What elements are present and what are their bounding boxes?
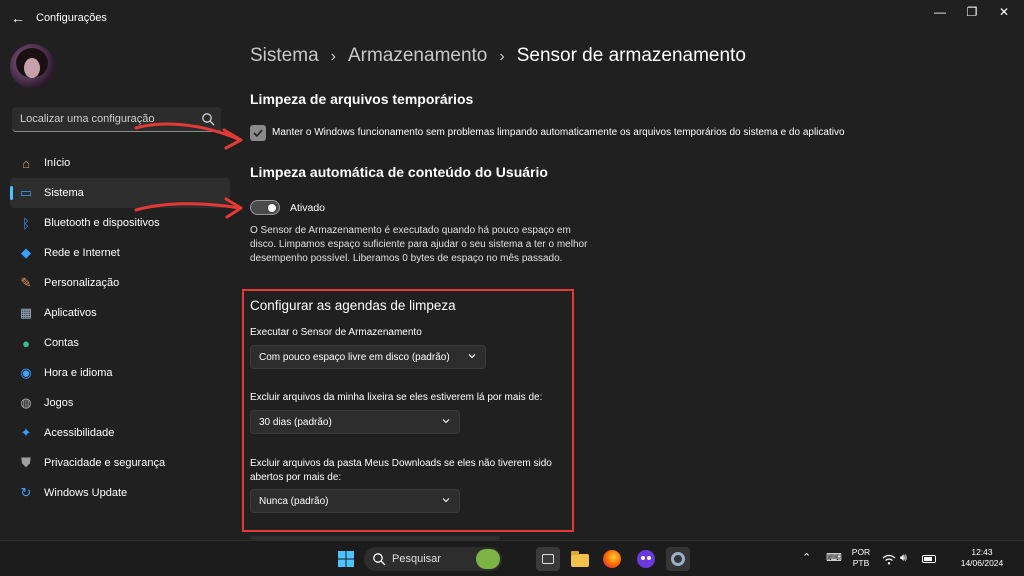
apps-icon: ▦: [19, 305, 33, 320]
globe-clock-icon: ◉: [20, 365, 32, 380]
taskbar-search[interactable]: Pesquisar: [364, 547, 502, 571]
search-highlight-icon: [476, 549, 500, 569]
search-icon: [373, 553, 386, 566]
date-text: 14/06/2024: [960, 558, 1004, 568]
windows-start-icon[interactable]: [334, 547, 358, 571]
sidebar-item-label: Jogos: [44, 397, 74, 409]
language-indicator[interactable]: POR PTB: [848, 547, 874, 569]
red-arrow-icon: [134, 197, 243, 219]
toggle-state-label: Ativado: [290, 202, 326, 214]
schedule-title: Configurar as agendas de limpeza: [250, 298, 456, 313]
sidebar-item-label: Windows Update: [44, 487, 128, 499]
breadcrumb-item-sistema[interactable]: Sistema: [250, 45, 319, 66]
taskbar: Pesquisar ⌃ ⌨ POR PTB 🔊︎ 12:43 14/06/202…: [0, 540, 1024, 576]
sidebar-item-label: Sistema: [44, 187, 84, 199]
sidebar-item-label: Contas: [44, 337, 79, 349]
person-icon: ●: [22, 335, 30, 351]
sidebar-item-acessibilidade[interactable]: ✦ Acessibilidade: [10, 418, 230, 448]
language-code: POR: [851, 547, 871, 557]
title-bar: ← Configurações — ❐ ✕: [0, 0, 1024, 36]
monitor-icon: ▭: [19, 185, 33, 200]
sidebar-item-label: Hora e idioma: [44, 367, 113, 379]
sidebar-item-hora-e-idioma[interactable]: ◉ Hora e idioma: [10, 358, 230, 388]
auto-cleanup-description: O Sensor de Armazenamento é executado qu…: [250, 225, 588, 265]
bluetooth-icon: ᛒ: [22, 215, 30, 231]
taskbar-search-text: Pesquisar: [392, 553, 441, 565]
wifi-icon[interactable]: [882, 554, 896, 565]
sidebar-item-jogos[interactable]: ◍ Jogos: [10, 388, 230, 418]
downloads-label: Excluir arquivos da pasta Meus Downloads…: [250, 458, 552, 483]
checkmark-icon: [253, 129, 263, 138]
page-title: Sensor de armazenamento: [516, 45, 746, 66]
shield-icon: ⛊: [21, 455, 31, 470]
gamepad-icon: ◍: [20, 395, 32, 410]
maximize-icon[interactable]: ❐: [960, 4, 984, 20]
temp-files-checkbox-label: Manter o Windows funcionamento sem probl…: [272, 127, 845, 138]
run-sensor-label: Executar o Sensor de Armazenamento: [250, 327, 422, 338]
main-content: Sistema › Armazenamento › Sensor de armazena…: [242, 36, 1010, 540]
breadcrumb-item-armazenamento[interactable]: Armazenamento: [348, 45, 487, 66]
auto-cleanup-toggle[interactable]: [250, 200, 280, 215]
time-text: 12:43: [971, 547, 993, 557]
battery-icon[interactable]: [922, 555, 936, 563]
downloads-dropdown[interactable]: Nunca (padrão): [250, 489, 460, 513]
chevron-up-icon[interactable]: ⌃: [802, 553, 811, 564]
sidebar-item-label: Privacidade e segurança: [44, 457, 166, 469]
recycle-bin-label: Excluir arquivos da minha lixeira se ele…: [250, 392, 543, 403]
sidebar-item-windows-update[interactable]: ↻ Windows Update: [10, 478, 230, 508]
keyboard-layout-code: PTB: [852, 558, 870, 568]
volume-icon[interactable]: 🔊︎: [900, 553, 907, 564]
firefox-icon[interactable]: [600, 547, 624, 571]
sidebar-item-label: Personalização: [44, 277, 120, 289]
chevron-right-icon: ›: [330, 48, 336, 65]
file-explorer-icon[interactable]: [568, 547, 592, 571]
auto-cleanup-title: Limpeza automática de conteúdo do Usuári…: [250, 164, 548, 180]
chevron-down-icon: [468, 354, 476, 359]
toggle-knob: [268, 204, 276, 212]
run-sensor-dropdown[interactable]: Com pouco espaço livre em disco (padrão): [250, 345, 486, 369]
settings-icon[interactable]: [666, 547, 690, 571]
accessibility-icon: ✦: [20, 425, 32, 440]
app-icon[interactable]: [634, 547, 658, 571]
sidebar-item-aplicativos[interactable]: ▦ Aplicativos: [10, 298, 230, 328]
sidebar-item-privacidade-e-seguran-a[interactable]: ⛊ Privacidade e segurança: [10, 448, 230, 478]
sidebar-item-label: Início: [44, 157, 71, 169]
sidebar-item-label: Acessibilidade: [44, 427, 115, 439]
keyboard-icon[interactable]: ⌨: [826, 553, 842, 564]
sidebar-item-personaliza-o[interactable]: ✎ Personalização: [10, 268, 230, 298]
task-view-icon[interactable]: [536, 547, 560, 571]
chevron-down-icon: [442, 419, 450, 424]
chevron-down-icon: [442, 498, 450, 503]
recycle-bin-dropdown[interactable]: 30 dias (padrão): [250, 410, 460, 434]
run-sensor-value: Com pouco espaço livre em disco (padrão): [259, 352, 450, 363]
sidebar-item-rede-e-internet[interactable]: ◆ Rede e Internet: [10, 238, 230, 268]
temp-files-title: Limpeza de arquivos temporários: [250, 91, 474, 107]
close-icon[interactable]: ✕: [992, 4, 1016, 20]
sidebar-item-contas[interactable]: ● Contas: [10, 328, 230, 358]
downloads-value: Nunca (padrão): [259, 496, 329, 507]
update-icon: ↻: [20, 485, 32, 500]
back-arrow-icon[interactable]: ←: [8, 8, 28, 28]
minimize-icon[interactable]: —: [928, 4, 952, 20]
app-title: Configurações: [36, 12, 107, 24]
sidebar-item-label: Aplicativos: [44, 307, 97, 319]
avatar[interactable]: [10, 44, 55, 89]
red-arrow-icon: [134, 122, 243, 150]
recycle-bin-value: 30 dias (padrão): [259, 417, 332, 428]
clock[interactable]: 12:43 14/06/2024: [958, 547, 1006, 569]
sidebar-item-label: Rede e Internet: [44, 247, 120, 259]
breadcrumb: Sistema › Armazenamento › Sensor de armazena…: [250, 45, 746, 67]
temp-files-checkbox[interactable]: [250, 125, 266, 141]
brush-icon: ✎: [20, 275, 32, 290]
home-icon: ⌂: [22, 155, 30, 171]
chevron-right-icon: ›: [499, 48, 505, 65]
sidebar: Localizar uma configuração ⌂ Início ▭ Siste…: [0, 36, 235, 540]
wifi-icon: ◆: [21, 245, 31, 260]
